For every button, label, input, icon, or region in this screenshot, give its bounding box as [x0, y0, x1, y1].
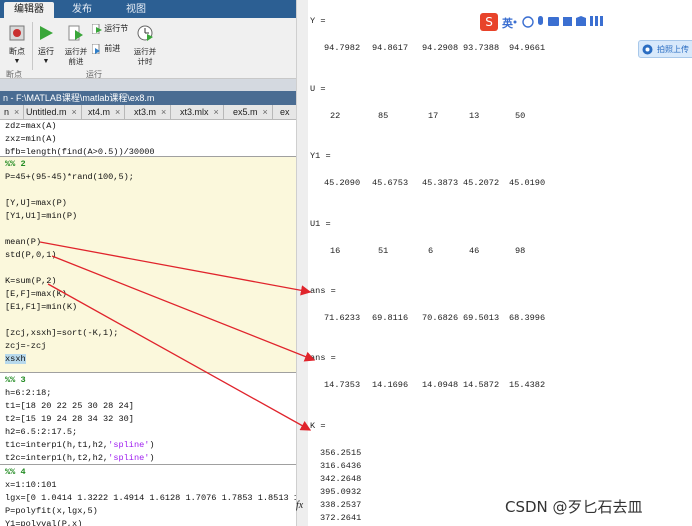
annotation-arrows [39, 241, 316, 431]
